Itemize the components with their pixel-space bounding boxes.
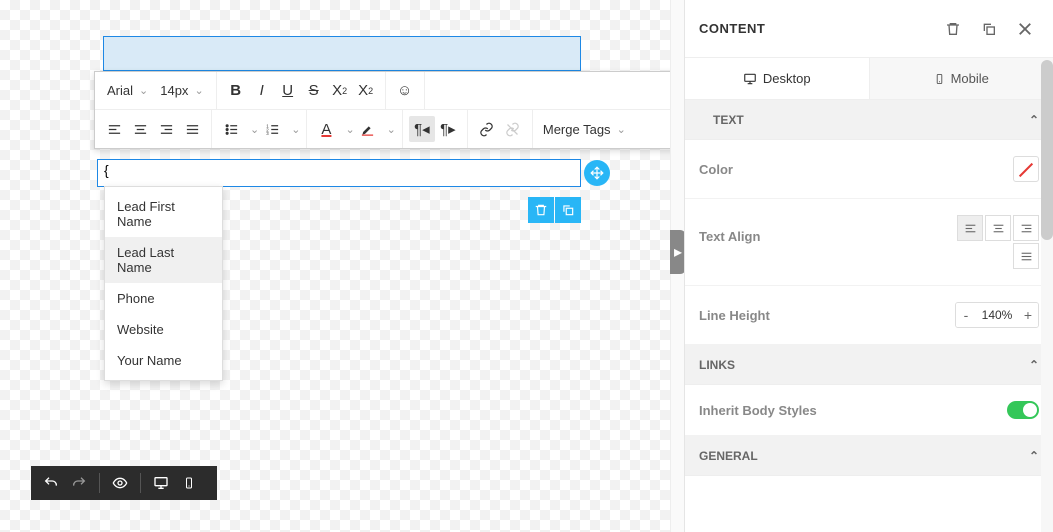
- text-block-editor[interactable]: {: [97, 159, 581, 187]
- section-general-label: GENERAL: [699, 449, 758, 463]
- property-align-label: Text Align: [699, 229, 760, 244]
- panel-close-button[interactable]: [1011, 15, 1039, 43]
- ordered-list-button[interactable]: 123: [259, 116, 285, 142]
- merge-tags-dropdown[interactable]: Merge Tags ⌄: [533, 122, 636, 137]
- separator: [99, 473, 100, 493]
- section-general-header[interactable]: GENERAL ⌃: [685, 436, 1053, 476]
- strikethrough-button[interactable]: S: [301, 78, 327, 104]
- chevron-down-icon[interactable]: ⌄: [291, 123, 300, 136]
- panel-duplicate-button[interactable]: [975, 15, 1003, 43]
- merge-tag-suggestions: Lead First Name Lead Last Name Phone Web…: [104, 186, 223, 381]
- chevron-up-icon: ⌃: [1029, 358, 1039, 372]
- text-input-value: {: [104, 162, 109, 178]
- property-color-label: Color: [699, 162, 733, 177]
- merge-option-lead-first-name[interactable]: Lead First Name: [105, 191, 222, 237]
- italic-button[interactable]: I: [249, 78, 275, 104]
- svg-text:3: 3: [266, 131, 269, 136]
- align-justify-button[interactable]: [179, 116, 205, 142]
- highlight-color-button[interactable]: [355, 116, 381, 142]
- mobile-icon: [934, 72, 945, 86]
- color-picker[interactable]: [1013, 156, 1039, 182]
- selected-row-outline[interactable]: [103, 36, 581, 71]
- align-left-button[interactable]: [101, 116, 127, 142]
- mobile-preview-button[interactable]: [177, 471, 201, 495]
- merge-option-phone[interactable]: Phone: [105, 283, 222, 314]
- property-lineheight-row: Line Height - 140% +: [685, 286, 1053, 345]
- tab-mobile[interactable]: Mobile: [870, 58, 1053, 99]
- move-icon[interactable]: [584, 160, 610, 186]
- lineheight-stepper: - 140% +: [955, 302, 1039, 328]
- chevron-down-icon: ⌄: [194, 84, 203, 97]
- delete-block-button[interactable]: [528, 197, 554, 223]
- tab-desktop[interactable]: Desktop: [685, 58, 870, 99]
- font-size-select[interactable]: 14px ⌄: [154, 78, 209, 104]
- chevron-down-icon[interactable]: ⌄: [345, 123, 354, 136]
- panel-delete-button[interactable]: [939, 15, 967, 43]
- panel-title: CONTENT: [699, 21, 765, 36]
- canvas-bottom-toolbar: [31, 466, 217, 500]
- unlink-button[interactable]: [500, 116, 526, 142]
- editor-canvas[interactable]: Arial ⌄ 14px ⌄ B I U S X2 X2 ☺: [0, 0, 684, 532]
- font-family-label: Arial: [107, 83, 133, 98]
- inherit-toggle[interactable]: [1007, 401, 1039, 419]
- font-size-label: 14px: [160, 83, 188, 98]
- property-inherit-row: Inherit Body Styles: [685, 385, 1053, 436]
- align-justify-option[interactable]: [1013, 243, 1039, 269]
- scrollbar-thumb[interactable]: [1041, 60, 1053, 240]
- chevron-down-icon: ⌄: [139, 84, 148, 97]
- align-center-option[interactable]: [985, 215, 1011, 241]
- align-right-button[interactable]: [153, 116, 179, 142]
- undo-button[interactable]: [39, 471, 63, 495]
- align-right-option[interactable]: [1013, 215, 1039, 241]
- merge-option-website[interactable]: Website: [105, 314, 222, 345]
- device-tabs: Desktop Mobile: [685, 58, 1053, 100]
- tab-desktop-label: Desktop: [763, 71, 811, 86]
- desktop-icon: [743, 72, 757, 86]
- property-align-row: Text Align: [685, 199, 1053, 286]
- desktop-preview-button[interactable]: [149, 471, 173, 495]
- unordered-list-button[interactable]: [218, 116, 244, 142]
- chevron-down-icon[interactable]: ⌄: [250, 123, 259, 136]
- redo-button[interactable]: [67, 471, 91, 495]
- panel-scrollbar[interactable]: [1041, 58, 1053, 532]
- stepper-increase[interactable]: +: [1018, 303, 1038, 327]
- chevron-down-icon[interactable]: ⌄: [387, 123, 396, 136]
- text-toolbar: Arial ⌄ 14px ⌄ B I U S X2 X2 ☺: [94, 71, 720, 149]
- property-lineheight-label: Line Height: [699, 308, 770, 323]
- merge-tags-label: Merge Tags: [543, 122, 611, 137]
- property-color-row: Color: [685, 140, 1053, 199]
- section-links-label: LINKS: [699, 358, 735, 372]
- panel-header: CONTENT: [685, 0, 1053, 58]
- align-left-option[interactable]: [957, 215, 983, 241]
- property-inherit-label: Inherit Body Styles: [699, 403, 817, 418]
- font-family-select[interactable]: Arial ⌄: [101, 78, 154, 104]
- underline-button[interactable]: U: [275, 78, 301, 104]
- text-color-button[interactable]: A: [313, 116, 339, 142]
- section-text-header[interactable]: TEXT ⌃: [685, 100, 1053, 140]
- merge-option-your-name[interactable]: Your Name: [105, 345, 222, 376]
- merge-option-lead-last-name[interactable]: Lead Last Name: [105, 237, 222, 283]
- subscript-button[interactable]: X2: [353, 78, 379, 104]
- properties-panel: CONTENT Desktop Mobile TEXT ⌃ Color Text…: [684, 0, 1053, 532]
- stepper-decrease[interactable]: -: [956, 303, 976, 327]
- section-text-label: TEXT: [713, 113, 744, 127]
- superscript-button[interactable]: X2: [327, 78, 353, 104]
- chevron-up-icon: ⌃: [1029, 113, 1039, 127]
- bold-button[interactable]: B: [223, 78, 249, 104]
- rtl-button[interactable]: ¶▸: [435, 116, 461, 142]
- link-button[interactable]: [474, 116, 500, 142]
- tab-mobile-label: Mobile: [951, 71, 989, 86]
- duplicate-block-button[interactable]: [555, 197, 581, 223]
- chevron-down-icon: ⌄: [617, 123, 626, 136]
- lineheight-value[interactable]: 140%: [976, 308, 1018, 322]
- align-center-button[interactable]: [127, 116, 153, 142]
- separator: [140, 473, 141, 493]
- ltr-button[interactable]: ¶◂: [409, 116, 435, 142]
- chevron-up-icon: ⌃: [1029, 449, 1039, 463]
- emoji-button[interactable]: ☺: [392, 78, 418, 104]
- preview-button[interactable]: [108, 471, 132, 495]
- section-links-header[interactable]: LINKS ⌃: [685, 345, 1053, 385]
